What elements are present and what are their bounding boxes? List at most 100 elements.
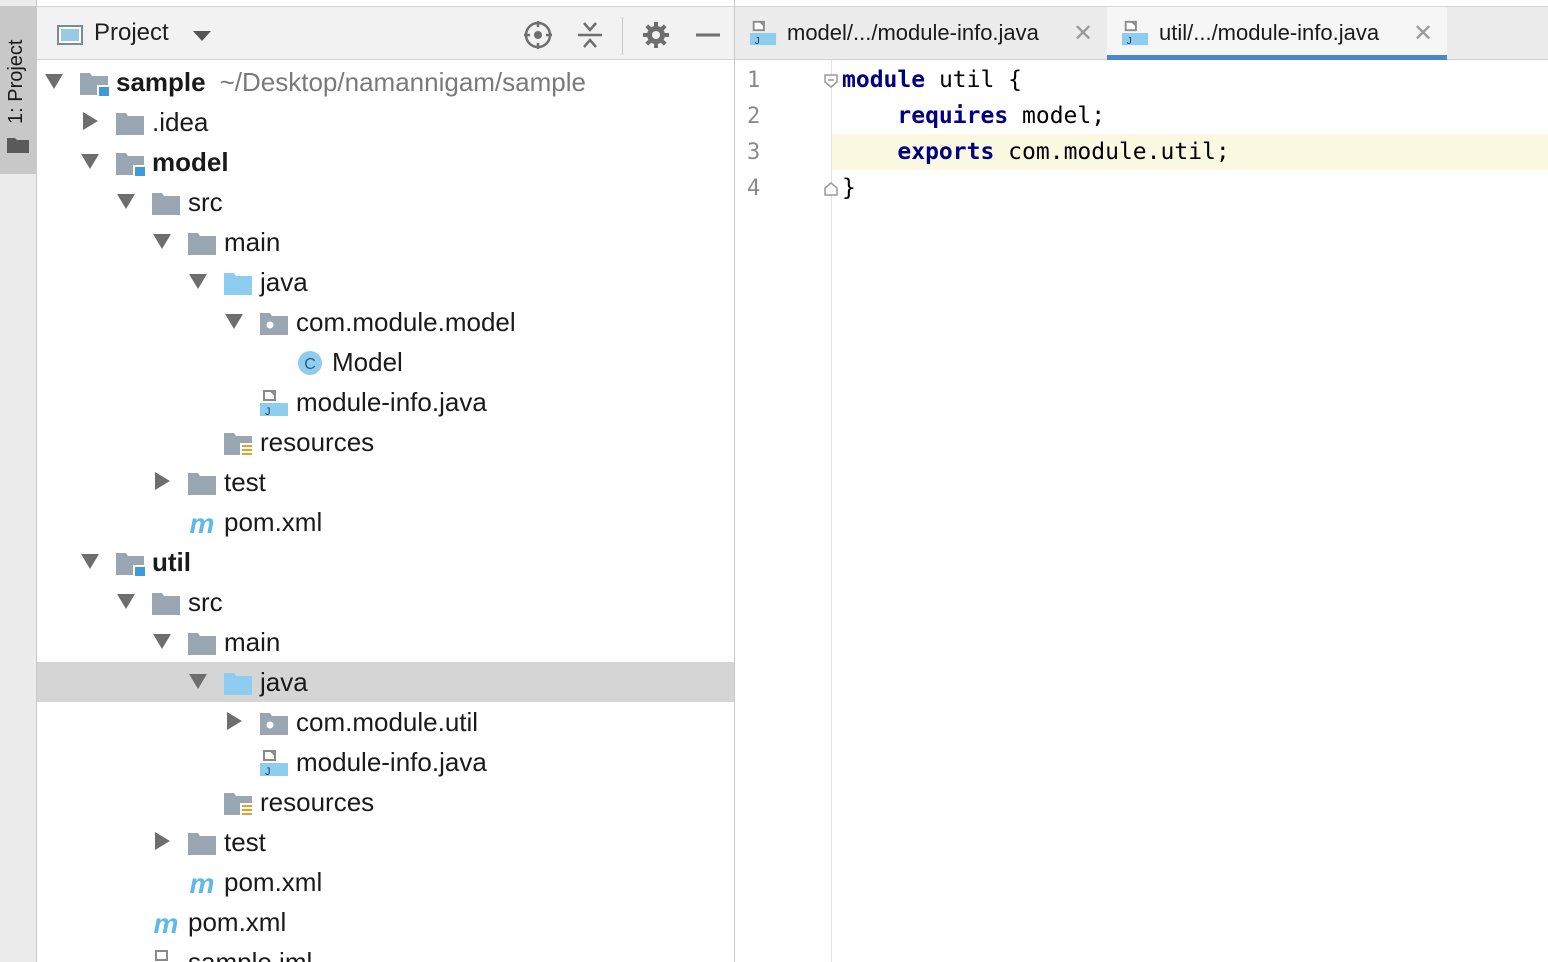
tree-node-label: pom.xml — [224, 507, 322, 538]
maven-icon: m — [190, 870, 215, 896]
tree-node-test[interactable]: test — [37, 822, 734, 862]
collapse-all-icon[interactable] — [573, 19, 607, 51]
editor-tab-bar: Jmodel/.../module-info.java ✕ Jutil/.../mo… — [735, 6, 1548, 60]
expand-arrow-icon[interactable] — [189, 274, 207, 289]
expand-arrow-icon[interactable] — [45, 74, 63, 89]
expand-arrow-icon[interactable] — [117, 194, 135, 209]
java-file-icon: J — [260, 750, 288, 776]
svg-text:m: m — [190, 510, 215, 536]
node-name: module-info.java — [296, 387, 487, 417]
tree-node-label: java — [260, 267, 308, 298]
tree-node-label: sample ~/Desktop/namannigam/sample — [116, 67, 586, 98]
tree-node-module-info-java[interactable]: Jmodule-info.java — [37, 742, 734, 782]
package-icon — [260, 313, 288, 335]
tree-node-label: sample.iml — [188, 947, 312, 962]
project-view-title[interactable]: Project — [94, 19, 169, 47]
project-panel: Project sample ~/Desktop/namannigam/samp… — [37, 0, 734, 962]
tree-node-module-info-java[interactable]: Jmodule-info.java — [37, 382, 734, 422]
node-name: Model — [332, 347, 403, 377]
tree-node-com-module-util[interactable]: com.module.util — [37, 702, 734, 742]
tree-node-pom-xml[interactable]: m pom.xml — [37, 502, 734, 542]
collapse-arrow-icon[interactable] — [155, 832, 170, 850]
code-line[interactable]: exports com.module.util; — [832, 134, 1548, 170]
chevron-down-icon[interactable] — [193, 31, 211, 41]
java-file-icon: J — [749, 20, 777, 47]
tree-node-model[interactable]: model — [37, 142, 734, 182]
tree-node-src[interactable]: src — [37, 182, 734, 222]
tree-node-pom-xml[interactable]: m pom.xml — [37, 862, 734, 902]
editor-tab[interactable]: Jutil/.../module-info.java ✕ — [1107, 7, 1447, 60]
project-tree: sample ~/Desktop/namannigam/sample .idea mo… — [37, 62, 734, 962]
close-icon[interactable]: ✕ — [1413, 19, 1433, 48]
expand-arrow-icon[interactable] — [81, 554, 99, 569]
node-name: pom.xml — [224, 867, 323, 897]
tab-label: model/.../module-info.java — [787, 20, 1039, 45]
project-tool-window-tab[interactable]: 1: Project — [0, 6, 36, 174]
code-token: } — [842, 175, 856, 201]
tree-node-java[interactable]: java — [37, 262, 734, 302]
tree-node-main[interactable]: main — [37, 622, 734, 662]
tree-node-label: resources — [260, 787, 374, 818]
tree-node-resources[interactable]: resources — [37, 422, 734, 462]
module-folder-icon — [116, 153, 145, 176]
expand-arrow-icon[interactable] — [117, 594, 135, 609]
tree-node-label: model — [152, 147, 229, 178]
collapse-arrow-icon[interactable] — [155, 472, 170, 490]
node-name: resources — [260, 427, 375, 457]
expand-arrow-icon[interactable] — [81, 154, 99, 169]
node-name: .idea — [152, 107, 209, 137]
tree-node-label: .idea — [152, 107, 208, 138]
expand-arrow-icon[interactable] — [153, 634, 171, 649]
code-line[interactable]: } — [832, 170, 1548, 206]
tree-node-label: util — [152, 547, 191, 578]
folder-icon — [188, 233, 216, 255]
tree-node-java[interactable]: java — [37, 662, 734, 702]
tab-label: util/.../module-info.java — [1159, 20, 1380, 45]
tree-node-main[interactable]: main — [37, 222, 734, 262]
node-name: test — [224, 467, 266, 497]
code-line[interactable]: requires model; — [832, 98, 1548, 134]
editor-tab[interactable]: Jmodel/.../module-info.java ✕ — [735, 7, 1105, 60]
node-name: sample.iml — [188, 947, 313, 962]
node-name: resources — [260, 787, 375, 817]
node-name: com.module.model — [296, 307, 516, 337]
tree-node-src[interactable]: src — [37, 582, 734, 622]
tree-node-label: com.module.util — [296, 707, 478, 738]
expand-arrow-icon[interactable] — [153, 234, 171, 249]
tree-node-test[interactable]: test — [37, 462, 734, 502]
svg-text:C: C — [304, 356, 316, 373]
tree-node-label: com.module.model — [296, 307, 516, 338]
minimize-icon[interactable] — [691, 19, 725, 51]
tree-node-label: test — [224, 827, 266, 858]
project-tab-label: 1: Project — [5, 39, 27, 124]
tree-node-util[interactable]: util — [37, 542, 734, 582]
collapse-arrow-icon[interactable] — [227, 712, 242, 730]
code-editor[interactable]: module util { requires model; exports co… — [832, 60, 1548, 962]
node-name: src — [188, 187, 223, 217]
tree-node-model[interactable]: C Model — [37, 342, 734, 382]
folder-icon — [152, 593, 180, 615]
tree-node-sample[interactable]: sample ~/Desktop/namannigam/sample — [37, 62, 734, 102]
tree-node-label: java — [260, 667, 308, 698]
locate-icon[interactable] — [521, 19, 555, 51]
code-line[interactable]: module util { — [832, 62, 1548, 98]
close-icon[interactable]: ✕ — [1073, 19, 1093, 48]
module-folder-icon — [116, 553, 145, 576]
tool-window-strip: 1: Project — [0, 0, 37, 962]
collapse-arrow-icon[interactable] — [83, 112, 98, 130]
expand-arrow-icon[interactable] — [189, 674, 207, 689]
tree-node-label: pom.xml — [188, 907, 286, 938]
project-view-icon — [57, 25, 83, 45]
svg-text:J: J — [755, 36, 760, 47]
tree-node-pom-xml[interactable]: m pom.xml — [37, 902, 734, 942]
tree-node-sample-iml[interactable]: sample.iml — [37, 942, 734, 962]
expand-arrow-icon[interactable] — [225, 314, 243, 329]
folder-icon — [188, 633, 216, 655]
tree-node-com-module-model[interactable]: com.module.model — [37, 302, 734, 342]
tree-node-idea[interactable]: .idea — [37, 102, 734, 142]
header-divider — [622, 17, 623, 55]
tree-node-label: Model — [332, 347, 403, 378]
gear-icon[interactable] — [639, 19, 673, 51]
line-number: 4 — [747, 176, 761, 201]
tree-node-resources[interactable]: resources — [37, 782, 734, 822]
